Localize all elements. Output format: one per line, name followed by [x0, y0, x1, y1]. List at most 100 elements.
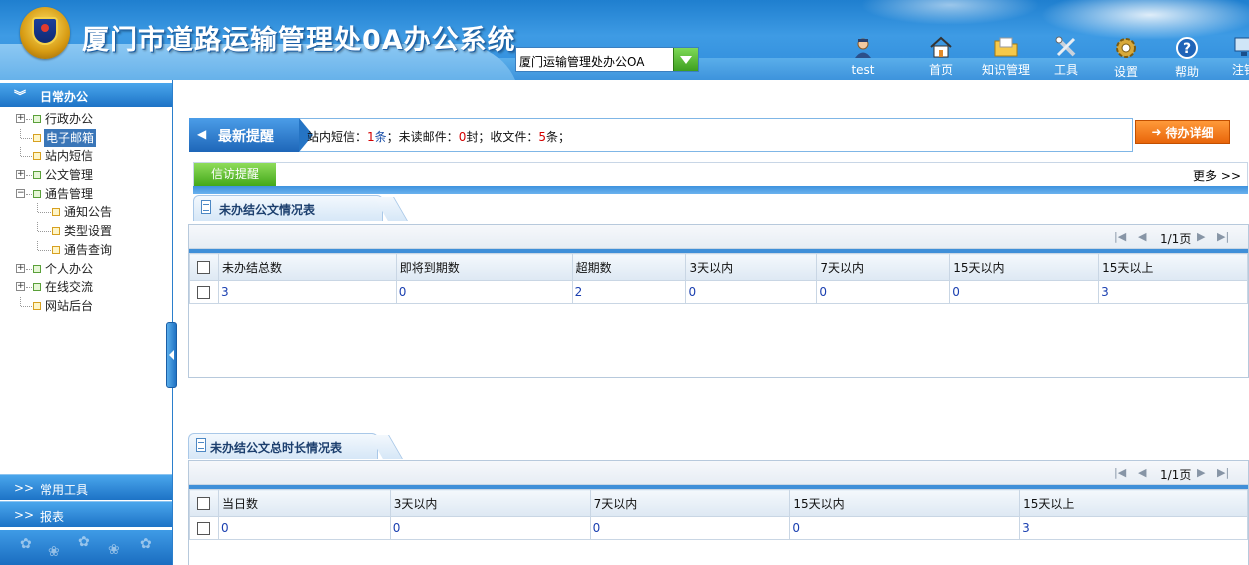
- dropdown-arrow-icon[interactable]: [673, 48, 698, 71]
- tree-item-online-chat[interactable]: + 在线交流: [0, 278, 172, 297]
- unfinished-docs-panel: |◀ ◀ 1/1页 ▶ ▶| 未办结总数 即将到期数 超期数 3天以内 7天以内…: [188, 224, 1249, 378]
- doc-count[interactable]: 5: [538, 130, 546, 144]
- sidebar-decoration: ✿ ❀ ✿ ❀ ✿: [0, 530, 172, 565]
- svg-text:?: ?: [1183, 41, 1191, 57]
- sidebar: ︾ 日常办公 + 行政办公 电子邮箱 站内短信 + 公文管理 − 通告管理 通知…: [0, 80, 173, 565]
- page-node-icon: [52, 245, 60, 254]
- tree-item-site-admin[interactable]: 网站后台: [0, 296, 172, 316]
- nav-tools[interactable]: 工具: [1054, 36, 1078, 78]
- system-selector-value: 厦门运输管理处办公OA: [519, 55, 645, 69]
- system-selector[interactable]: 厦门运输管理处办公OA: [515, 47, 699, 72]
- speaker-icon: ◀: [197, 127, 207, 141]
- sidebar-collapse-toggle[interactable]: [166, 322, 177, 388]
- folder-node-icon: [33, 115, 41, 123]
- section-title-unfinished-docs: 未办结公文情况表: [193, 195, 408, 221]
- table-cell[interactable]: 0: [217, 516, 391, 540]
- table-cell[interactable]: 0: [685, 280, 818, 304]
- table-cell[interactable]: 3: [1098, 280, 1248, 304]
- app-header: 厦门市道路运输管理处0A办公系统 厦门运输管理处办公OA test 首页 知识管…: [0, 0, 1249, 80]
- tree-item-notifications[interactable]: 通知公告: [0, 203, 172, 222]
- sms-count[interactable]: 1: [367, 130, 375, 144]
- folder-node-icon: [33, 189, 41, 198]
- tree-item-notice-management[interactable]: − 通告管理: [0, 185, 172, 204]
- folder-node-icon: [33, 264, 41, 273]
- nav-help[interactable]: ? 帮助: [1175, 36, 1199, 79]
- table-cell[interactable]: 2: [571, 280, 687, 304]
- select-all-checkbox[interactable]: [197, 261, 211, 274]
- row-checkbox[interactable]: [197, 286, 211, 299]
- prev-page-icon[interactable]: ◀: [1138, 230, 1146, 243]
- notice-badge: ◀ 最新提醒: [189, 118, 313, 152]
- table-cell[interactable]: 0: [949, 280, 1100, 304]
- police-emblem-logo: [20, 7, 70, 59]
- row-checkbox[interactable]: [197, 522, 211, 535]
- expand-icon[interactable]: +: [16, 282, 25, 292]
- table-cell[interactable]: 3: [217, 280, 397, 304]
- page-node-icon: [33, 133, 41, 142]
- reminder-tabs: 信访提醒 更多 >>: [193, 162, 1248, 186]
- tree-item-personal-office[interactable]: + 个人办公: [0, 260, 172, 279]
- monitor-icon: [1232, 36, 1249, 58]
- notice-message: 站内短信：1条；未读邮件：0封；收文件：5条；: [307, 130, 571, 144]
- chevron-down-icon: ︾: [14, 89, 27, 103]
- folder-node-icon: [33, 283, 41, 292]
- tree-item-email[interactable]: 电子邮箱: [0, 128, 172, 148]
- gear-icon: [1114, 36, 1138, 60]
- tree-item-type-settings[interactable]: 类型设置: [0, 222, 172, 241]
- tab-petition-reminder[interactable]: 信访提醒: [194, 163, 276, 186]
- latest-notice-bar: ◀ 最新提醒 站内短信：1条；未读邮件：0封；收文件：5条；: [189, 118, 1133, 152]
- next-page-icon[interactable]: ▶: [1197, 230, 1205, 243]
- home-icon: [929, 36, 953, 58]
- table-cell[interactable]: 0: [395, 280, 573, 304]
- nav-logout[interactable]: 注销: [1232, 36, 1249, 78]
- collapse-icon[interactable]: −: [16, 188, 25, 198]
- arrow-right-icon: ➜: [1151, 125, 1162, 139]
- next-page-icon[interactable]: ▶: [1197, 466, 1205, 479]
- select-all-checkbox[interactable]: [197, 497, 211, 510]
- tree-item-admin-office[interactable]: + 行政办公: [0, 110, 172, 129]
- page-info: 1/1页: [1160, 468, 1192, 482]
- table-cell[interactable]: 0: [589, 516, 791, 540]
- table-cell[interactable]: 0: [789, 516, 1021, 540]
- unfinished-docs-table: 未办结总数 即将到期数 超期数 3天以内 7天以内 15天以内 15天以上 3 …: [189, 253, 1248, 304]
- tree-item-sms[interactable]: 站内短信: [0, 147, 172, 166]
- sidebar-section-daily-office[interactable]: ︾ 日常办公: [0, 83, 172, 107]
- expand-icon[interactable]: +: [16, 263, 25, 273]
- expand-icon[interactable]: +: [16, 114, 25, 123]
- table-cell[interactable]: 0: [389, 516, 591, 540]
- more-link[interactable]: 更多 >>: [1193, 167, 1241, 184]
- page-info: 1/1页: [1160, 232, 1192, 246]
- first-page-icon[interactable]: |◀: [1114, 466, 1126, 479]
- user-icon: [851, 36, 875, 60]
- pager: |◀ ◀ 1/1页 ▶ ▶|: [189, 461, 1248, 485]
- table-row: 0 0 0 0 3: [189, 516, 1248, 540]
- expand-icon[interactable]: +: [16, 170, 25, 180]
- page-node-icon: [33, 301, 41, 310]
- chevron-right-icon: >>: [14, 481, 35, 495]
- tree-item-document-management[interactable]: + 公文管理: [0, 166, 172, 185]
- nav-user[interactable]: test: [851, 36, 875, 78]
- doc-duration-panel: |◀ ◀ 1/1页 ▶ ▶| 当日数 3天以内 7天以内 15天以内 15天以上…: [188, 460, 1249, 565]
- nav-knowledge[interactable]: 知识管理: [982, 36, 1030, 78]
- last-page-icon[interactable]: ▶|: [1217, 230, 1229, 243]
- table-header-row: 当日数 3天以内 7天以内 15天以内 15天以上: [189, 489, 1248, 517]
- tools-icon: [1054, 36, 1078, 58]
- sidebar-section-common-tools[interactable]: >> 常用工具: [0, 474, 172, 500]
- table-cell[interactable]: 0: [816, 280, 951, 304]
- page-node-icon: [52, 227, 60, 236]
- table-cell[interactable]: 3: [1019, 516, 1248, 540]
- tree-item-notice-query[interactable]: 通告查询: [0, 240, 172, 260]
- table-header-row: 未办结总数 即将到期数 超期数 3天以内 7天以内 15天以内 15天以上: [189, 253, 1248, 281]
- nav-tree: + 行政办公 电子邮箱 站内短信 + 公文管理 − 通告管理 通知公告 类型设置…: [0, 110, 172, 316]
- page-node-icon: [33, 152, 41, 161]
- prev-page-icon[interactable]: ◀: [1138, 466, 1146, 479]
- first-page-icon[interactable]: |◀: [1114, 230, 1126, 243]
- sidebar-section-reports[interactable]: >> 报表: [0, 501, 172, 527]
- page-node-icon: [52, 208, 60, 217]
- todo-details-button[interactable]: ➜ 待办详细: [1135, 120, 1230, 144]
- nav-settings[interactable]: 设置: [1114, 36, 1138, 79]
- nav-home[interactable]: 首页: [929, 36, 953, 78]
- double-chevron-right-icon: >>: [1220, 169, 1241, 183]
- last-page-icon[interactable]: ▶|: [1217, 466, 1229, 479]
- pager: |◀ ◀ 1/1页 ▶ ▶|: [189, 225, 1248, 249]
